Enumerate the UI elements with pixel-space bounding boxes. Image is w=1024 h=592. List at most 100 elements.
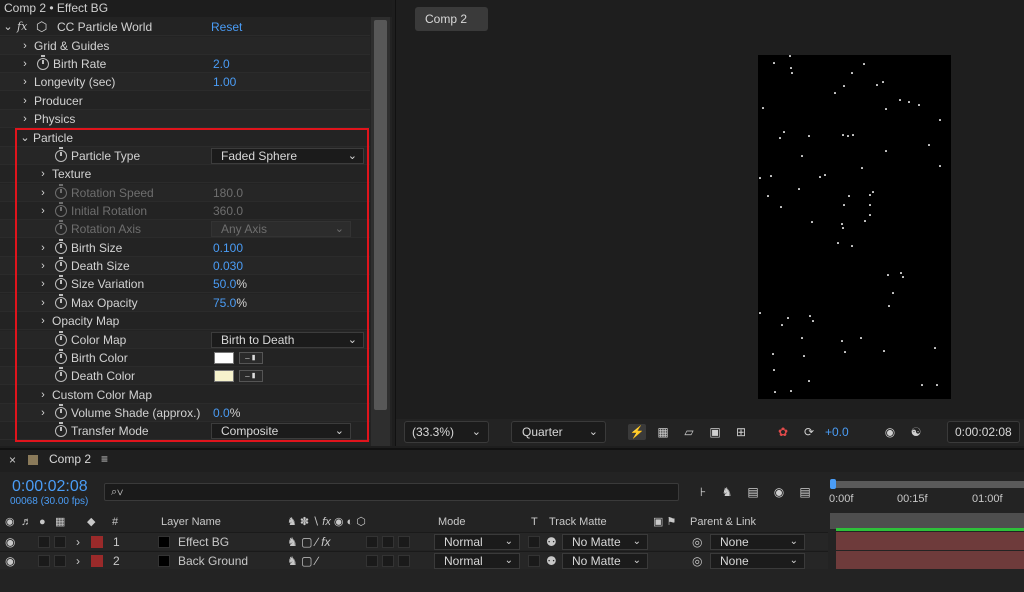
layer-row-2[interactable]: ◉ › 2 Back Ground ♞ ▢ ∕ Normal ⌄ ⚉ No Mat… [0, 551, 828, 569]
guides-grid-icon[interactable]: ⊞ [732, 424, 750, 440]
chevron-right-icon[interactable]: › [20, 92, 30, 110]
switches[interactable]: ♞ ▢ ∕ [287, 552, 318, 570]
viewer-timecode[interactable]: 0:00:02:08 [947, 421, 1020, 443]
eye-icon[interactable]: ◉ [5, 552, 15, 570]
preserve-transparency-toggle[interactable] [528, 555, 540, 567]
zoom-dropdown[interactable]: (33.3%) ⌄ [404, 421, 489, 443]
property-birth-rate[interactable]: › Birth Rate 2.0 [0, 55, 370, 73]
fx-icon[interactable]: fx [17, 18, 27, 36]
mask-visibility-icon[interactable]: ▱ [680, 424, 698, 440]
solo-icon[interactable]: ● [39, 513, 46, 531]
switch-box[interactable] [382, 555, 394, 567]
pickwhip-icon[interactable]: ◎ [692, 533, 702, 551]
layer-duration-bar-2[interactable] [836, 551, 1024, 569]
column-parent-link[interactable]: Parent & Link [690, 513, 756, 531]
graph-editor-icon[interactable]: ▤ [796, 484, 814, 500]
motion-blur-icon[interactable]: ◉ [770, 484, 788, 500]
solo-toggle[interactable] [38, 555, 50, 567]
switch-box[interactable] [398, 555, 410, 567]
label-color[interactable] [91, 555, 103, 567]
matte-icons: ▣ ⚑ [653, 516, 677, 528]
switches[interactable]: ♞ ▢ ∕ fx [287, 533, 330, 551]
exposure-value[interactable]: +0.0 [825, 425, 849, 439]
frame-blending-icon[interactable]: ▤ [744, 484, 762, 500]
track-matte-dropdown[interactable]: No Matte ⌄ [562, 553, 648, 569]
mode-dropdown[interactable]: Normal ⌄ [434, 553, 520, 569]
layer-name[interactable]: Back Ground [178, 552, 248, 570]
tab-comp-2-timeline[interactable]: Comp 2 [49, 452, 91, 466]
property-producer[interactable]: › Producer [0, 92, 370, 110]
layer-name[interactable]: Effect BG [178, 533, 229, 551]
parent-dropdown[interactable]: None ⌄ [710, 534, 805, 550]
resolution-dropdown[interactable]: Quarter ⌄ [511, 421, 606, 443]
chevron-right-icon[interactable]: › [20, 110, 30, 128]
close-icon[interactable]: × [9, 453, 16, 467]
transparency-grid-icon[interactable]: ▦ [654, 424, 672, 440]
particle-dot [885, 108, 887, 110]
lock-icon[interactable]: ▦ [55, 513, 65, 531]
column-mode[interactable]: Mode [438, 513, 466, 531]
chevron-right-icon[interactable]: › [20, 73, 30, 91]
lock-toggle[interactable] [54, 555, 66, 567]
fast-previews-icon[interactable]: ⚡ [628, 424, 646, 440]
label-tag-icon[interactable]: ◆ [87, 513, 95, 531]
chevron-right-icon[interactable]: › [20, 37, 30, 55]
snapshot-camera-icon[interactable]: ◉ [881, 424, 899, 440]
matte-link-icon[interactable]: ⚉ [546, 552, 557, 570]
time-navigator[interactable] [830, 513, 1024, 529]
frame-info: 00068 (30.00 fps) [10, 496, 89, 507]
comp-flowchart-icon[interactable]: ⊦ [694, 484, 712, 500]
matte-link-icon[interactable]: ⚉ [546, 533, 557, 551]
layer-duration-bar-1[interactable] [836, 532, 1024, 550]
chevron-right-icon[interactable]: › [20, 55, 30, 73]
property-grid-guides[interactable]: › Grid & Guides [0, 37, 370, 55]
channels-icon[interactable]: ✿ [774, 424, 792, 440]
property-longevity[interactable]: › Longevity (sec) 1.00 [0, 73, 370, 91]
chevron-right-icon[interactable]: › [76, 552, 80, 570]
current-time-display[interactable]: 0:00:02:08 [12, 478, 88, 496]
longevity-value[interactable]: 1.00 [213, 73, 236, 91]
audio-icon[interactable]: ♬ [21, 513, 32, 531]
effect-header-row[interactable]: ⌄ fx ⬡ CC Particle World Reset [0, 18, 370, 36]
label-color[interactable] [91, 536, 103, 548]
property-physics[interactable]: › Physics [0, 110, 370, 128]
dropdown-value: Normal [444, 554, 483, 568]
lock-toggle[interactable] [54, 536, 66, 548]
layer-row-1[interactable]: ◉ › 1 Effect BG ♞ ▢ ∕ fx Normal ⌄ ⚉ No Ma… [0, 532, 828, 550]
chevron-right-icon[interactable]: › [76, 533, 80, 551]
layer-number: 2 [113, 554, 120, 568]
birth-rate-value[interactable]: 2.0 [213, 55, 230, 73]
particle-dot [852, 134, 854, 136]
region-of-interest-icon[interactable]: ▣ [706, 424, 724, 440]
work-area-bar[interactable] [834, 481, 1024, 488]
column-track-matte[interactable]: Track Matte [549, 513, 607, 531]
switch-box[interactable] [366, 536, 378, 548]
parent-dropdown[interactable]: None ⌄ [710, 553, 805, 569]
eye-icon[interactable]: ◉ [5, 513, 15, 531]
particle-dot [844, 351, 846, 353]
color-management-icon[interactable]: ⟳ [800, 424, 818, 440]
chevron-down-icon[interactable]: ⌄ [3, 18, 13, 36]
preserve-transparency-toggle[interactable] [528, 536, 540, 548]
switch-box[interactable] [382, 536, 394, 548]
show-snapshot-icon[interactable]: ☯ [907, 424, 925, 440]
draft-3d-icon[interactable]: ♞ [718, 484, 736, 500]
stopwatch-icon[interactable] [37, 55, 49, 70]
switch-box[interactable] [398, 536, 410, 548]
switch-box[interactable] [366, 555, 378, 567]
particle-dot [861, 167, 863, 169]
tab-comp-2[interactable]: Comp 2 [415, 7, 488, 31]
playhead-icon[interactable] [830, 479, 836, 489]
eye-icon[interactable]: ◉ [5, 533, 15, 551]
pickwhip-icon[interactable]: ◎ [692, 552, 702, 570]
scrollbar-thumb[interactable] [374, 20, 387, 410]
particle-dot [902, 276, 904, 278]
composition-canvas[interactable] [758, 55, 951, 399]
mode-dropdown[interactable]: Normal ⌄ [434, 534, 520, 550]
reset-button[interactable]: Reset [211, 18, 242, 36]
column-layer-name[interactable]: Layer Name [161, 513, 221, 531]
layer-search-input[interactable]: ⌕∨ [104, 483, 679, 501]
panel-menu-icon[interactable]: ≡ [101, 452, 108, 466]
solo-toggle[interactable] [38, 536, 50, 548]
track-matte-dropdown[interactable]: No Matte ⌄ [562, 534, 648, 550]
